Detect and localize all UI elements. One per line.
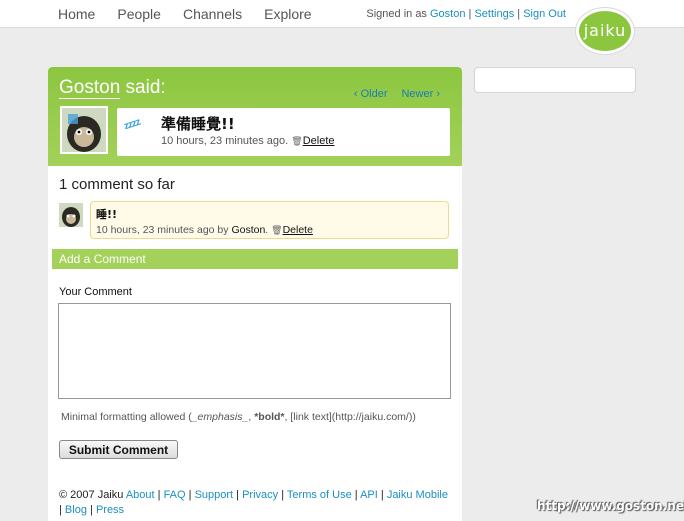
nav-explore[interactable]: Explore <box>264 6 311 22</box>
separator: | <box>517 8 521 20</box>
nav-home[interactable]: Home <box>58 6 95 22</box>
comment-timestamp: 10 hours, 23 minutes ago by <box>96 224 229 236</box>
footer-link-api[interactable]: API <box>360 489 378 501</box>
post-panel: Goston said: ‹ Older Newer › zzzz 準備睡覺!!… <box>48 67 462 521</box>
newer-link[interactable]: Newer › <box>401 88 440 100</box>
comment-text: 睡!! <box>96 208 118 221</box>
separator: | <box>468 8 472 20</box>
hint-bold: *bold* <box>254 411 285 423</box>
older-link[interactable]: ‹ Older <box>354 88 388 100</box>
nav-people[interactable]: People <box>117 6 161 22</box>
signin-status: Signed in as Goston | Settings | Sign Ou… <box>366 8 566 20</box>
footer: © 2007 Jaiku About | FAQ | Support | Pri… <box>59 489 448 516</box>
footer-link-privacy[interactable]: Privacy <box>242 489 278 501</box>
copyright: © 2007 Jaiku <box>59 489 124 501</box>
submit-comment-button[interactable]: Submit Comment <box>59 440 178 459</box>
comment-avatar[interactable] <box>59 203 83 227</box>
signin-user-link[interactable]: Goston <box>430 8 465 20</box>
comment-meta: 10 hours, 23 minutes ago by Goston. 🗑Del… <box>96 224 313 236</box>
post-author-link[interactable]: Goston <box>59 77 121 99</box>
settings-link[interactable]: Settings <box>474 8 514 20</box>
comment-author-link[interactable]: Goston <box>231 224 265 236</box>
hint-emphasis: _emphasis_ <box>191 411 249 423</box>
post-timestamp: 10 hours, 23 minutes ago. <box>161 135 289 147</box>
trash-icon: 🗑 <box>291 136 303 146</box>
add-comment-header: Add a Comment <box>52 249 458 269</box>
hint-suffix: , [link text](http://jaiku.com/)) <box>284 411 416 423</box>
formatting-hint: Minimal formatting allowed (_emphasis_ , … <box>61 411 416 423</box>
sidebar-box <box>474 67 636 93</box>
jaiku-logo[interactable]: jaiku <box>576 8 634 54</box>
post-text: 準備睡覺!! <box>161 115 235 133</box>
main-nav: Home People Channels Explore <box>58 6 312 22</box>
footer-link-press[interactable]: Press <box>96 504 124 516</box>
footer-link-faq[interactable]: FAQ <box>164 489 186 501</box>
said-label: said: <box>125 77 166 98</box>
footer-link-terms[interactable]: Terms of Use <box>287 489 352 501</box>
delete-post-link[interactable]: Delete <box>303 135 335 147</box>
trash-icon: 🗑 <box>271 225 283 235</box>
comment-field-label: Your Comment <box>59 286 132 298</box>
footer-link-support[interactable]: Support <box>195 489 234 501</box>
footer-link-about[interactable]: About <box>126 489 155 501</box>
comment-textarea[interactable] <box>58 303 451 399</box>
sign-out-link[interactable]: Sign Out <box>523 8 566 20</box>
watermark: http://www.goston.net/ <box>537 499 684 513</box>
author-avatar[interactable] <box>60 106 108 154</box>
delete-comment-link[interactable]: Delete <box>283 224 313 236</box>
post-author-heading: Goston said: <box>59 77 166 99</box>
signin-prefix: Signed in as <box>366 8 427 20</box>
comment-count: 1 comment so far <box>59 176 175 193</box>
hint-prefix: Minimal formatting allowed ( <box>61 411 192 423</box>
nav-channels[interactable]: Channels <box>183 6 242 22</box>
footer-link-mobile[interactable]: Jaiku Mobile <box>387 489 448 501</box>
footer-link-blog[interactable]: Blog <box>65 504 87 516</box>
post-meta: 10 hours, 23 minutes ago. 🗑Delete <box>161 135 335 147</box>
post-header: Goston said: ‹ Older Newer › zzzz 準備睡覺!!… <box>48 67 462 166</box>
comment-item: 睡!! 10 hours, 23 minutes ago by Goston. … <box>90 201 449 239</box>
post-pager: ‹ Older Newer › <box>354 88 440 100</box>
